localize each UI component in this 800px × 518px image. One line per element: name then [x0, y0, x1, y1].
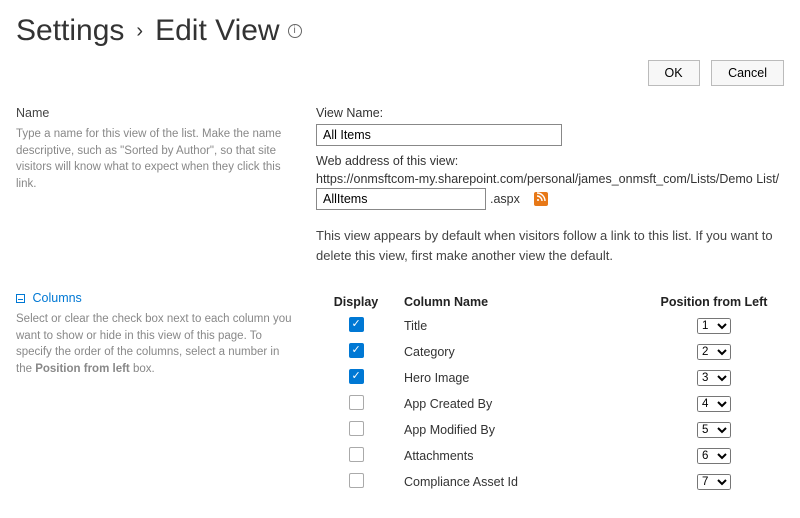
- name-section-help: Type a name for this view of the list. M…: [16, 126, 292, 193]
- column-name-cell: Title: [396, 313, 644, 339]
- table-row: Attachments 6: [316, 443, 784, 469]
- position-select[interactable]: 4: [697, 396, 731, 412]
- position-select[interactable]: 1: [697, 318, 731, 334]
- ok-button[interactable]: OK: [648, 60, 700, 86]
- columns-table: Display Column Name Position from Left T…: [316, 291, 784, 495]
- position-select[interactable]: 5: [697, 422, 731, 438]
- th-column-name: Column Name: [396, 291, 644, 313]
- table-row: Compliance Asset Id 7: [316, 469, 784, 495]
- column-name-cell: App Created By: [396, 391, 644, 417]
- position-select[interactable]: 7: [697, 474, 731, 490]
- th-display: Display: [316, 291, 396, 313]
- display-checkbox[interactable]: [349, 343, 364, 358]
- display-checkbox[interactable]: [349, 447, 364, 462]
- position-select[interactable]: 2: [697, 344, 731, 360]
- breadcrumb: Settings › Edit View i: [16, 14, 784, 48]
- cancel-button[interactable]: Cancel: [711, 60, 784, 86]
- display-checkbox[interactable]: [349, 473, 364, 488]
- view-name-label: View Name:: [316, 106, 784, 120]
- name-section-heading: Name: [16, 106, 292, 120]
- web-address-input[interactable]: [316, 188, 486, 210]
- breadcrumb-root[interactable]: Settings: [16, 14, 124, 48]
- table-row: App Created By 4: [316, 391, 784, 417]
- table-row: Hero Image 3: [316, 365, 784, 391]
- column-name-cell: App Modified By: [396, 417, 644, 443]
- columns-section-heading[interactable]: Columns: [16, 291, 292, 305]
- rss-icon[interactable]: [534, 192, 548, 206]
- display-checkbox[interactable]: [349, 395, 364, 410]
- th-position: Position from Left: [644, 291, 784, 313]
- column-name-cell: Attachments: [396, 443, 644, 469]
- chevron-right-icon: ›: [136, 20, 143, 43]
- info-icon[interactable]: i: [288, 24, 302, 38]
- web-address-label: Web address of this view:: [316, 154, 784, 168]
- view-name-input[interactable]: [316, 124, 562, 146]
- display-checkbox[interactable]: [349, 421, 364, 436]
- display-checkbox[interactable]: [349, 369, 364, 384]
- column-name-cell: Compliance Asset Id: [396, 469, 644, 495]
- columns-section-help: Select or clear the check box next to ea…: [16, 311, 292, 378]
- column-name-cell: Category: [396, 339, 644, 365]
- column-name-cell: Hero Image: [396, 365, 644, 391]
- web-address-suffix: .aspx: [490, 192, 520, 206]
- table-row: App Modified By 5: [316, 417, 784, 443]
- table-row: Title 1: [316, 313, 784, 339]
- position-select[interactable]: 6: [697, 448, 731, 464]
- default-view-note: This view appears by default when visito…: [316, 226, 776, 265]
- display-checkbox[interactable]: [349, 317, 364, 332]
- position-select[interactable]: 3: [697, 370, 731, 386]
- web-address-prefix: https://onmsftcom-my.sharepoint.com/pers…: [316, 172, 784, 186]
- breadcrumb-current: Edit View: [155, 14, 280, 48]
- collapse-icon: [16, 294, 25, 303]
- table-row: Category 2: [316, 339, 784, 365]
